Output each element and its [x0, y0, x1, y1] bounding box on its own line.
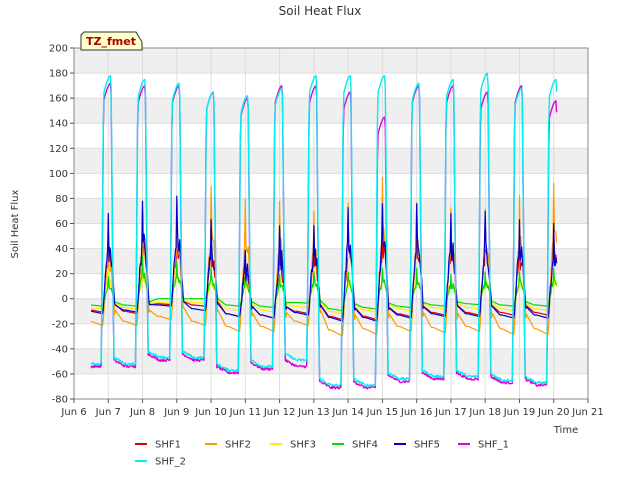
legend-item-shf5: SHF5 [394, 440, 440, 451]
x-tick-label: Jun 15 [366, 407, 399, 418]
chart-title: Soil Heat Flux [279, 4, 362, 18]
x-tick-label: Jun 7 [95, 407, 121, 418]
legend-item-shf1: SHF1 [135, 440, 181, 451]
x-tick-label: Jun 9 [163, 407, 189, 418]
y-tick-label: 180 [49, 69, 68, 80]
x-tick-label: Jun 12 [263, 407, 296, 418]
y-tick-label: 100 [49, 169, 68, 180]
x-axis-ticks: Jun 6 Jun 7 Jun 8 Jun 9 Jun 10 Jun 11 Jun 12 Ju… [60, 399, 604, 418]
legend-label: SHF3 [290, 440, 316, 451]
y-axis-ticks: -80 -60 -40 -20 0 20 40 60 80 100 120 140 160 180 200 [49, 44, 74, 406]
y-tick-label: 60 [55, 219, 68, 230]
legend-label: SHF2 [225, 440, 251, 451]
y-tick-label: 120 [49, 144, 68, 155]
x-tick-label: Jun 19 [503, 407, 536, 418]
y-tick-label: -40 [52, 344, 68, 355]
y-tick-label: 140 [49, 119, 68, 130]
legend-item-shf-2: SHF_2 [135, 457, 186, 468]
legend-label: SHF1 [155, 440, 181, 451]
legend-label: SHF5 [414, 440, 440, 451]
x-tick-label: Jun 21 [571, 407, 604, 418]
y-tick-label: 200 [49, 44, 68, 55]
legend-item-shf4: SHF4 [332, 440, 378, 451]
plot-band [74, 248, 588, 274]
x-tick-label: Jun 11 [229, 407, 262, 418]
y-axis-title: Soil Heat Flux [10, 189, 21, 258]
x-tick-label: Jun 17 [434, 407, 467, 418]
legend: SHF1 SHF2 SHF3 SHF4 SHF5 SHF_1 SHF_2 [135, 440, 509, 468]
plot-band [74, 198, 588, 224]
x-tick-label: Jun 8 [129, 407, 155, 418]
y-tick-label: -80 [52, 395, 68, 406]
y-tick-label: -20 [52, 319, 68, 330]
y-tick-label: 40 [55, 244, 68, 255]
plot-band [74, 148, 588, 174]
x-tick-label: Jun 18 [468, 407, 501, 418]
y-tick-label: 160 [49, 94, 68, 105]
x-axis-title: Time [553, 425, 578, 436]
y-tick-label: 80 [55, 194, 68, 205]
y-tick-label: 0 [62, 294, 68, 305]
x-tick-label: Jun 16 [400, 407, 433, 418]
legend-item-shf-1: SHF_1 [458, 440, 509, 451]
y-tick-label: -60 [52, 369, 68, 380]
plot-band [74, 98, 588, 124]
station-badge-label: TZ_fmet [86, 35, 136, 48]
legend-label: SHF_2 [155, 457, 186, 468]
soil-heat-flux-chart: Soil Heat Flux -80 -60 -40 -20 0 20 40 60 80 100 1… [10, 4, 604, 468]
legend-label: SHF4 [352, 440, 378, 451]
plot-band [74, 48, 588, 74]
x-tick-label: Jun 20 [537, 407, 570, 418]
x-tick-label: Jun 14 [331, 407, 364, 418]
x-tick-label: Jun 10 [194, 407, 227, 418]
x-tick-label: Jun 6 [60, 407, 86, 418]
legend-item-shf3: SHF3 [270, 440, 316, 451]
legend-label: SHF_1 [478, 440, 509, 451]
x-tick-label: Jun 13 [297, 407, 330, 418]
y-tick-label: 20 [55, 269, 68, 280]
legend-item-shf2: SHF2 [205, 440, 251, 451]
station-badge: TZ_fmet [80, 31, 143, 51]
